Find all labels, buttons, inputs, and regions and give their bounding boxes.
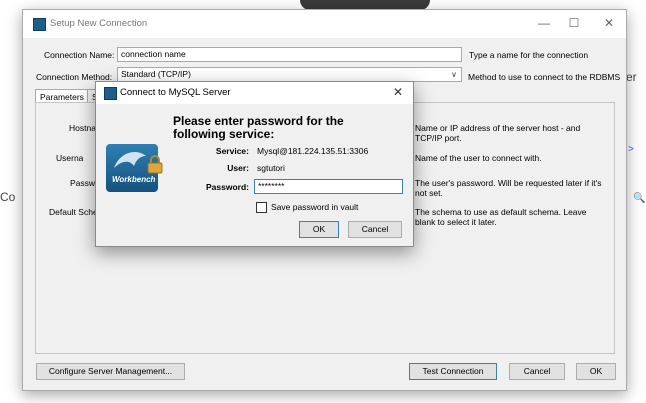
configure-server-button[interactable]: Configure Server Management... [36,363,185,380]
dialog-titlebar: Connect to MySQL Server ✕ [96,82,413,104]
connection-name-hint: Type a name for the connection [469,50,589,60]
connection-method-value: Standard (TCP/IP) [121,69,191,79]
background-link-fragment: > [628,144,634,155]
background-text-fragment: er [626,70,637,84]
service-label: Service: [215,146,249,156]
window-title: Setup New Connection [50,18,148,29]
search-icon: 🔍 [633,193,646,204]
connection-method-select[interactable]: Standard (TCP/IP) ∨ [117,67,462,82]
maximize-button[interactable]: ☐ [563,16,585,30]
dialog-heading: Please enter password for the following … [173,114,344,141]
hostname-hint: Name or IP address of the server host - … [415,123,581,143]
cancel-button[interactable]: Cancel [509,363,565,380]
password-hint: The user's password. Will be requested l… [415,178,602,198]
minimize-button[interactable]: — [533,16,555,30]
connection-name-label: Connection Name: [44,50,115,60]
test-connection-button[interactable]: Test Connection [409,363,497,380]
connection-method-hint: Method to use to connect to the RDBMS [468,72,621,82]
dolphin-icon [114,152,146,168]
ok-button[interactable]: OK [576,363,616,380]
service-value: Mysql@181.224.135.51:3306 [257,146,369,156]
schema-hint: The schema to use as default schema. Lea… [415,207,587,227]
connection-name-input[interactable]: connection name [117,47,462,62]
username-label: Userna [56,153,84,163]
user-value: sgtutori [257,163,285,173]
password-label: Password: [206,182,249,192]
logo-text: Workbench [112,175,156,184]
save-password-checkbox[interactable] [256,202,267,213]
save-password-label: Save password in vault [271,202,359,212]
default-schema-label: Default Sche [49,207,98,217]
password-input[interactable]: ******** [254,179,403,194]
workbench-app-icon [33,18,46,31]
hostname-label: Hostna [69,123,96,133]
user-label: User: [227,163,249,173]
dialog-cancel-button[interactable]: Cancel [348,221,402,238]
window-titlebar: Setup New Connection — ☐ ✕ [23,10,626,38]
background-text-fragment: Co [0,190,16,204]
username-hint: Name of the user to connect with. [415,153,542,163]
dialog-title: Connect to MySQL Server [120,87,231,98]
connect-mysql-dialog: Connect to MySQL Server ✕ Please enter p… [95,81,414,247]
chevron-down-icon: ∨ [451,70,457,79]
lock-icon [147,155,163,174]
close-button[interactable]: ✕ [598,16,620,30]
dialog-ok-button[interactable]: OK [299,221,339,238]
workbench-app-icon [104,87,117,100]
close-icon[interactable]: ✕ [393,85,403,99]
